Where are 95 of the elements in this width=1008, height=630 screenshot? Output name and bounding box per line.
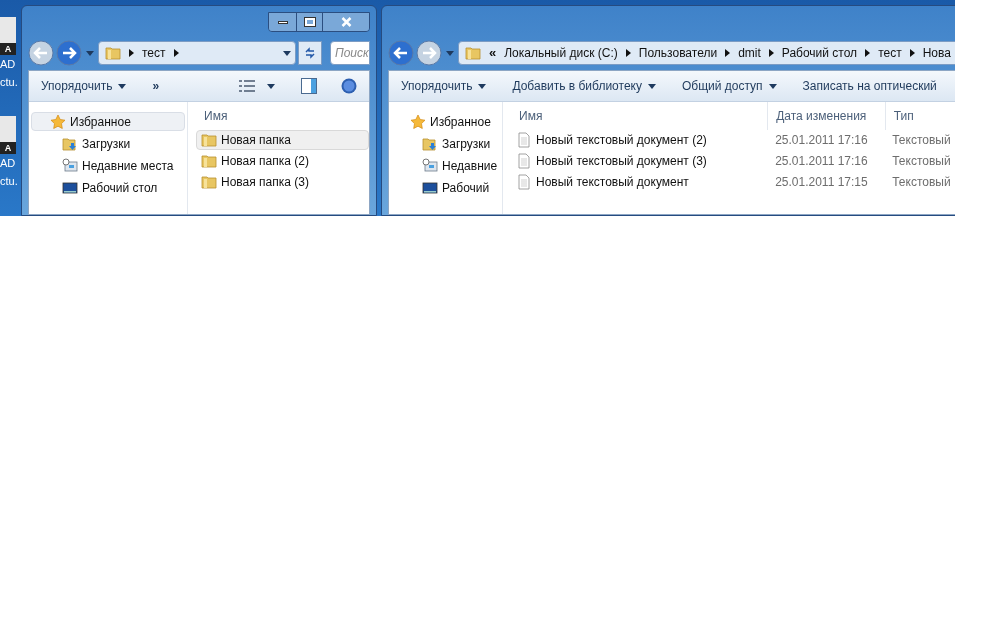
forward-button[interactable]: [56, 40, 82, 66]
file-row[interactable]: Новая папка (3): [196, 172, 369, 192]
sidebar-item[interactable]: Недавние места: [31, 156, 185, 175]
breadcrumb[interactable]: Локальный диск (C:): [504, 44, 618, 62]
desktop-shortcut[interactable]: A AD ctu.: [0, 17, 20, 91]
sidebar-item[interactable]: Недавние: [391, 156, 500, 175]
caret-icon: [478, 83, 487, 89]
star-icon: [50, 113, 66, 130]
view-options-icon[interactable]: [239, 80, 255, 92]
toolbar-menu-button[interactable]: Добавить в библиотеку: [512, 77, 656, 95]
minimize-button[interactable]: [269, 13, 297, 31]
chevron-icon: [909, 49, 915, 57]
sidebar-item[interactable]: Избранное: [391, 112, 500, 131]
file-name: Новая папка: [221, 132, 291, 149]
breadcrumb[interactable]: тест: [878, 44, 902, 62]
preview-pane-icon[interactable]: [301, 78, 317, 94]
folder-icon: [201, 153, 217, 169]
back-button[interactable]: [388, 40, 414, 66]
desktop-icon: [62, 179, 78, 196]
sidebar-item[interactable]: Рабочий стол: [31, 178, 185, 197]
breadcrumb[interactable]: Нова: [922, 44, 951, 62]
text-document-icon: [516, 153, 532, 169]
history-dropdown-icon[interactable]: [446, 50, 454, 56]
date-cell-text: 25.01.2011 17:15: [775, 174, 868, 191]
file-row[interactable]: Новая папка: [196, 130, 369, 150]
breadcrumb[interactable]: Пользователи: [638, 44, 718, 62]
type-cell-text: Текстовый: [892, 174, 951, 191]
column-header[interactable]: Тип: [884, 102, 955, 130]
refresh-icon: [304, 47, 316, 59]
maximize-button[interactable]: [297, 13, 323, 31]
chevron-icon: [173, 49, 179, 57]
recent-places-icon: [62, 157, 78, 174]
file-name: Новая папка (2): [221, 153, 309, 170]
chevron-icon: [129, 49, 134, 57]
toolbar-menu-button[interactable]: Упорядочить: [41, 77, 127, 95]
close-icon: [340, 17, 352, 27]
file-row[interactable]: Новый текстовый документ (3) 25.01.2011 17:16 Текстовый: [511, 151, 955, 171]
sidebar-item[interactable]: Рабочий: [391, 178, 500, 197]
more-commands-button[interactable]: »: [152, 77, 160, 95]
shortcut-label: ctu.: [0, 174, 19, 189]
caret-icon: [647, 83, 656, 89]
search-field[interactable]: Поиск: [330, 41, 370, 65]
recent-places-icon: [422, 157, 438, 174]
refresh-button[interactable]: [298, 41, 322, 65]
toolbar-button[interactable]: Записать на оптический: [802, 77, 937, 95]
date-cell-text: 25.01.2011 17:16: [775, 153, 868, 170]
file-row[interactable]: Новая папка (2): [196, 151, 369, 171]
shortcut-label: AD: [0, 156, 17, 171]
breadcrumb[interactable]: dmit: [738, 44, 761, 62]
chevron-icon: [768, 49, 774, 57]
breadcrumb[interactable]: тест: [142, 44, 166, 62]
sidebar-item[interactable]: Загрузки: [31, 134, 185, 153]
text-document-icon: [516, 174, 532, 190]
file-name: Новый текстовый документ: [536, 174, 689, 191]
folder-icon: [201, 174, 217, 190]
toolbar-menu-button[interactable]: Упорядочить: [401, 77, 487, 95]
desktop-icon: [422, 179, 438, 196]
download-folder-icon: [62, 135, 78, 152]
address-bar[interactable]: « Локальный диск (C:) Пользователи dmit Рабочий стол тест Нова: [458, 41, 955, 65]
chevron-icon: [725, 49, 731, 57]
history-dropdown-icon[interactable]: [86, 50, 94, 56]
type-cell-text: Текстовый: [892, 153, 951, 170]
shortcut-label: AD: [0, 57, 17, 72]
file-name: Новый текстовый документ (2): [536, 132, 707, 149]
column-header[interactable]: Имя: [511, 102, 768, 130]
sidebar-item[interactable]: Избранное: [31, 112, 185, 131]
column-header[interactable]: Имя: [196, 102, 366, 130]
chevron-icon: [625, 49, 631, 57]
desktop-shortcut[interactable]: A AD ctu.: [0, 116, 20, 190]
shortcut-icon: A: [0, 17, 16, 55]
overflow-chevrons[interactable]: «: [489, 43, 497, 63]
shortcut-label: ctu.: [0, 75, 19, 90]
folder-icon: [105, 45, 121, 61]
column-header[interactable]: Дата изменения: [767, 102, 885, 130]
address-bar[interactable]: тест: [98, 41, 296, 65]
breadcrumb[interactable]: Рабочий стол: [781, 44, 858, 62]
caret-icon: [267, 83, 275, 89]
star-icon: [410, 113, 426, 130]
folder-icon: [465, 45, 481, 61]
type-cell-text: Текстовый: [892, 132, 951, 149]
toolbar-menu-button[interactable]: Общий доступ: [681, 77, 777, 95]
caret-icon: [768, 83, 777, 89]
date-cell-text: 25.01.2011 17:16: [775, 132, 868, 149]
text-document-icon: [516, 132, 532, 148]
file-name: Новый текстовый документ (3): [536, 153, 707, 170]
file-row[interactable]: Новый текстовый документ 25.01.2011 17:15 Текстовый: [511, 172, 955, 192]
chevron-icon: [865, 49, 871, 57]
download-folder-icon: [422, 135, 438, 152]
caret-icon: [118, 83, 127, 89]
sidebar-item[interactable]: Загрузки: [391, 134, 500, 153]
shortcut-icon: A: [0, 116, 16, 154]
file-row[interactable]: Новый текстовый документ (2) 25.01.2011 17:16 Текстовый: [511, 130, 955, 150]
folder-icon: [201, 132, 217, 148]
caret-icon: [283, 50, 291, 56]
file-name: Новая папка (3): [221, 174, 309, 191]
